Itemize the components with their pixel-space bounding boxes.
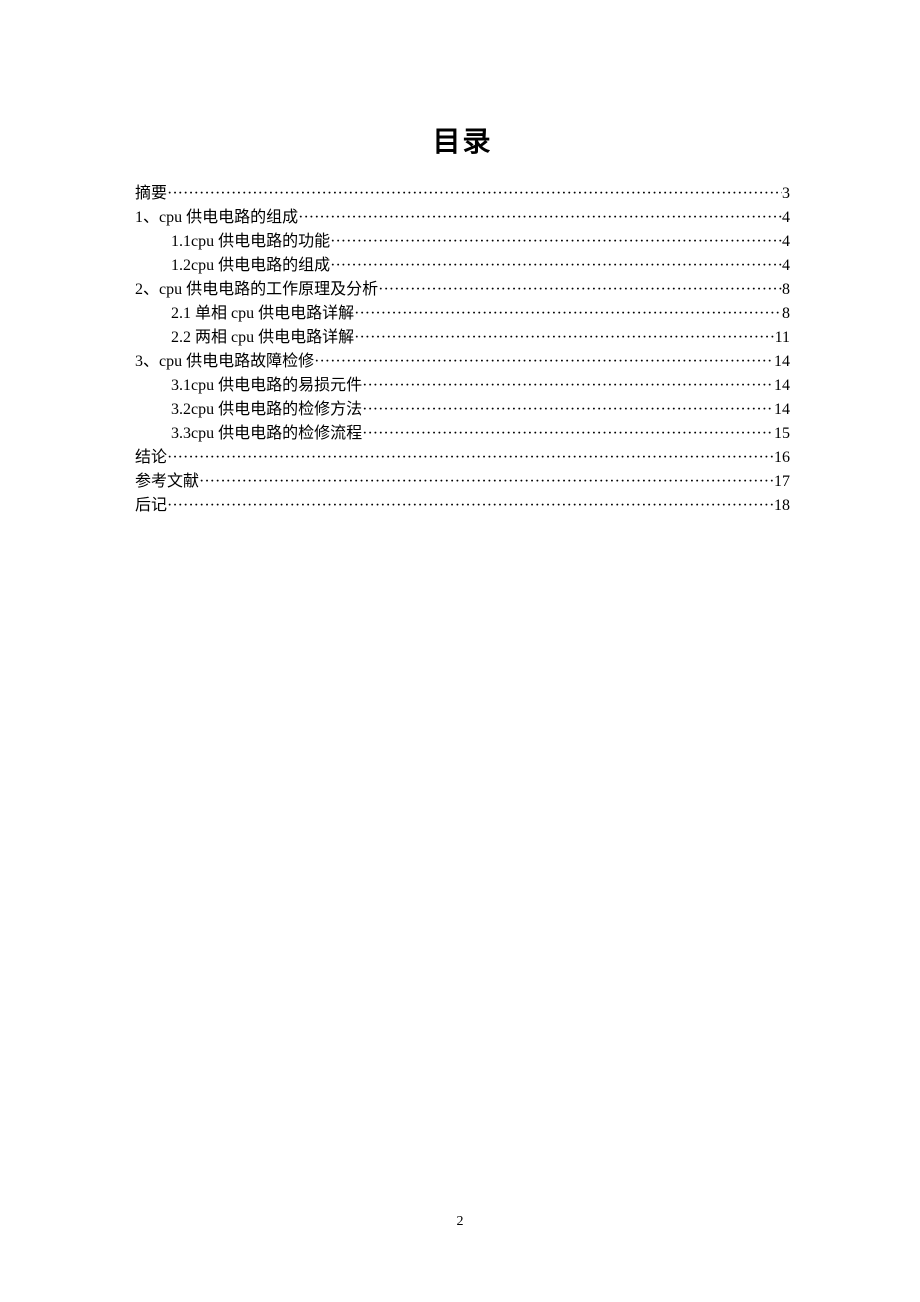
toc-entry-page: 18	[774, 494, 790, 518]
toc-entry-label: 摘要	[135, 182, 167, 206]
toc-entry-page: 17	[774, 470, 790, 494]
toc-entry-label: 3、cpu 供电电路故障检修	[135, 350, 314, 374]
toc-leader-dots	[298, 206, 782, 230]
toc-leader-dots	[362, 422, 774, 446]
toc-entry: 2.2 两相 cpu 供电电路详解 11	[135, 326, 790, 350]
toc-entry-page: 4	[782, 206, 790, 230]
toc-leader-dots	[167, 494, 774, 518]
toc-entry: 参考文献 17	[135, 470, 790, 494]
toc-entry: 1、cpu 供电电路的组成 4	[135, 206, 790, 230]
toc-entry-label: 3.2cpu 供电电路的检修方法	[171, 398, 362, 422]
toc-entry-page: 8	[782, 302, 790, 326]
toc-entry: 3、cpu 供电电路故障检修 14	[135, 350, 790, 374]
toc-leader-dots	[330, 254, 782, 278]
toc-entry: 后记 18	[135, 494, 790, 518]
toc-leader-dots	[362, 398, 774, 422]
document-page: 目录 摘要31、cpu 供电电路的组成41.1cpu 供电电路的功能41.2cp…	[0, 0, 920, 518]
toc-entry-page: 3	[782, 182, 790, 206]
toc-entry-label: 2、cpu 供电电路的工作原理及分析	[135, 278, 378, 302]
toc-entry-label: 1.2cpu 供电电路的组成	[171, 254, 330, 278]
toc-entry-label: 3.1cpu 供电电路的易损元件	[171, 374, 362, 398]
toc-entry-page: 4	[782, 230, 790, 254]
toc-leader-dots	[330, 230, 782, 254]
toc-title: 目录	[135, 120, 790, 160]
toc-leader-dots	[362, 374, 774, 398]
toc-entry-label: 1、cpu 供电电路的组成	[135, 206, 298, 230]
toc-entry-page: 15	[774, 422, 790, 446]
toc-entry: 1.2cpu 供电电路的组成 4	[135, 254, 790, 278]
toc-leader-dots	[167, 182, 782, 206]
toc-entry: 3.3cpu 供电电路的检修流程 15	[135, 422, 790, 446]
toc-entry-label: 1.1cpu 供电电路的功能	[171, 230, 330, 254]
toc-leader-dots	[378, 278, 782, 302]
toc-entry: 3.2cpu 供电电路的检修方法 14	[135, 398, 790, 422]
toc-entry: 2、cpu 供电电路的工作原理及分析 8	[135, 278, 790, 302]
toc-entry-label: 2.1 单相 cpu 供电电路详解	[171, 302, 354, 326]
toc-entry: 结论 16	[135, 446, 790, 470]
toc-entry-page: 4	[782, 254, 790, 278]
toc-entry: 3.1cpu 供电电路的易损元件 14	[135, 374, 790, 398]
toc-entry-label: 后记	[135, 494, 167, 518]
toc-leader-dots	[167, 446, 774, 470]
toc-entry-page: 14	[774, 350, 790, 374]
toc-entry: 2.1 单相 cpu 供电电路详解 8	[135, 302, 790, 326]
toc-entry-label: 参考文献	[135, 470, 199, 494]
toc-entry-label: 2.2 两相 cpu 供电电路详解	[171, 326, 354, 350]
toc-entry-page: 16	[774, 446, 790, 470]
toc-entry-page: 14	[774, 374, 790, 398]
toc-entry-page: 8	[782, 278, 790, 302]
toc-leader-dots	[199, 470, 774, 494]
toc-leader-dots	[314, 350, 774, 374]
toc-leader-dots	[354, 302, 782, 326]
toc-entry-page: 11	[775, 326, 790, 350]
toc-entry-label: 结论	[135, 446, 167, 470]
toc-entry-page: 14	[774, 398, 790, 422]
toc-list: 摘要31、cpu 供电电路的组成41.1cpu 供电电路的功能41.2cpu 供…	[135, 182, 790, 518]
toc-entry-label: 3.3cpu 供电电路的检修流程	[171, 422, 362, 446]
toc-leader-dots	[354, 326, 774, 350]
toc-entry: 1.1cpu 供电电路的功能 4	[135, 230, 790, 254]
toc-entry: 摘要 3	[135, 182, 790, 206]
page-number: 2	[0, 1214, 920, 1230]
